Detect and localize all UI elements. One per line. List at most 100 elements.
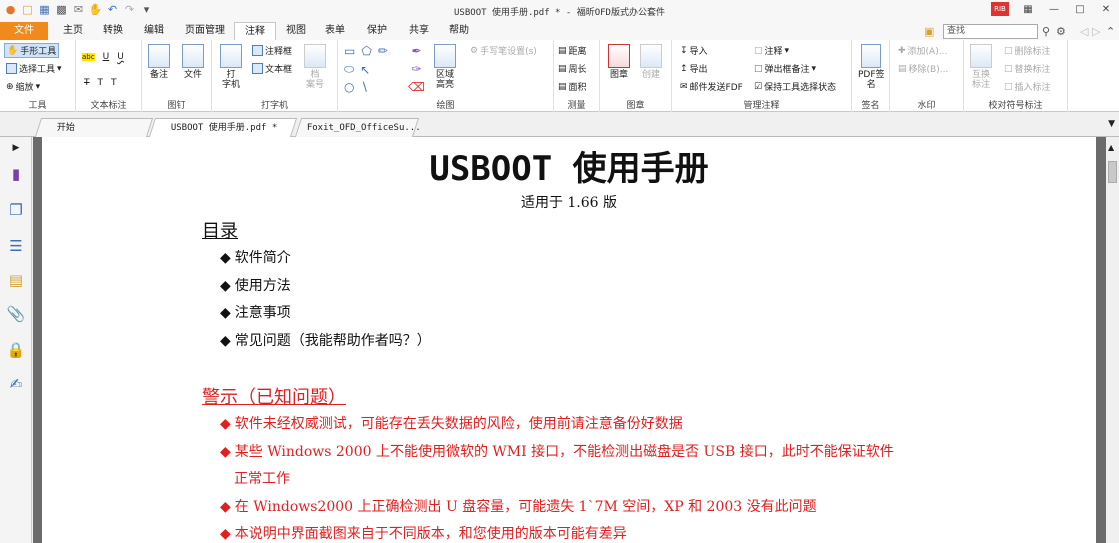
keep-tool-checkbox[interactable]: ☑ 保持工具选择状态 [754,80,836,94]
area-button[interactable]: ▤ 面积 [558,80,587,94]
group-label: 绘图 [436,101,455,111]
title-bar: ● □ ▦ ▩ ✉ ✋ ↶ ↷ ▾ USBOOT 使用手册.pdf * - 福昕… [0,0,1119,22]
highlight-icon[interactable]: abc [82,53,95,61]
lock-icon[interactable]: 🔒 [7,341,26,359]
signature-panel-icon[interactable]: ✍ [7,375,25,393]
insert-mark-button[interactable]: □ 插入标注 [1004,80,1051,94]
pdf-sign-button[interactable]: PDF签 名 [858,44,885,90]
search-go-icon[interactable]: ⚲ [1042,25,1050,38]
replace-text-icon[interactable]: T [98,78,104,88]
insert-text-icon[interactable]: T [111,78,117,88]
search-input[interactable]: 查找 [943,24,1038,39]
brush-icon[interactable]: ✑ [411,62,421,76]
warning-item-continuation: 正常工作 [234,471,290,487]
menu-page-manage[interactable]: 页面管理 [178,22,232,40]
pen-settings-button[interactable]: ⚙ 手写笔设置(s) [470,44,537,58]
scrollbar-thumb[interactable] [1108,161,1117,183]
find-icon[interactable]: ▣ [924,25,934,38]
distance-button[interactable]: ▤ 距离 [558,44,587,58]
textbox-button[interactable]: 文本框 [252,62,292,75]
minimize-icon[interactable]: — [1047,2,1061,16]
settings-icon[interactable]: ⚙ [1056,25,1066,38]
tab-foxit-ofd[interactable]: Foxit_OFD_OfficeSu... [294,118,421,137]
menu-file[interactable]: 文件 [0,22,48,40]
menu-form[interactable]: 表单 [318,22,352,40]
squiggly-icon[interactable]: U [117,52,124,62]
comments-button[interactable]: □ 注释 ▾ [754,44,789,58]
layout-icon[interactable]: ▦ [1021,2,1035,16]
menu-help[interactable]: 帮助 [442,22,476,40]
tab-usboot[interactable]: USBOOT 使用手册.pdf *✕ [148,118,298,151]
underline-icon[interactable]: U [103,52,110,62]
tab-start[interactable]: 开始 [34,118,154,137]
add-watermark-button[interactable]: ✚ 添加(A)... [898,44,947,58]
toc-item[interactable]: ◆ 使用方法 [220,275,291,295]
restore-icon[interactable]: □ [1073,2,1087,16]
comments-panel-icon[interactable]: ▤ [7,271,25,289]
area-highlight-icon [434,44,456,68]
rectangle-icon[interactable]: ▭ [344,44,355,58]
page-gutter-right [1096,137,1106,543]
group-sign: PDF签 名 签名 [852,40,890,112]
close-icon[interactable]: ✕ [1099,2,1113,16]
menu-convert[interactable]: 转换 [96,22,130,40]
menu-edit[interactable]: 编辑 [137,22,171,40]
replace-mark-button[interactable]: □ 替换标注 [1004,62,1051,76]
pages-icon[interactable]: ❐ [7,201,25,219]
oval-icon[interactable]: ⬭ [344,62,354,77]
bookmark-icon[interactable]: ▮ [7,165,25,183]
note-button[interactable]: 备注 [148,44,170,80]
menu-comment[interactable]: 注释 [234,22,276,41]
pen-icon[interactable]: ✒ [411,44,421,58]
scroll-up-icon[interactable]: ▲ [1108,143,1114,152]
hand-icon: ✋ [7,45,19,56]
layers-icon[interactable]: ☰ [7,237,25,255]
delete-mark-button[interactable]: □ 删除标注 [1004,44,1051,58]
file-attach-button[interactable]: 文件 [182,44,204,80]
ribbon-badge-icon[interactable]: RIB [991,2,1009,16]
pencil-icon[interactable]: ✏ [378,44,388,58]
import-button[interactable]: ↧ 导入 [680,44,708,58]
select-tool-button[interactable]: 选择工具 ▾ [6,62,62,75]
area-highlight-button[interactable]: 区域 高亮 [434,44,456,90]
export-button[interactable]: ↥ 导出 [680,62,708,76]
select-icon [6,63,17,74]
callout-button[interactable]: 注释框 [252,44,292,57]
perimeter-button[interactable]: ▤ 周长 [558,62,587,76]
next-icon[interactable]: ▷ [1092,25,1100,38]
group-manage: ↧ 导入 ↥ 导出 ✉ 邮件发送FDF □ 注释 ▾ □ 弹出框备注 ▾ ☑ 保持工具选择状态 … [672,40,852,112]
hand-tool-button[interactable]: ✋ 手形工具 [4,43,60,58]
toc-item[interactable]: ◆ 注意事项 [220,302,291,322]
menu-view[interactable]: 视图 [280,22,312,40]
circle-icon[interactable]: ○ [344,80,354,94]
toc-item[interactable]: ◆ 常见问题（我能帮助作者吗？） [220,330,431,350]
stamp-number-button[interactable]: 档 案号 [304,44,326,90]
line-icon[interactable]: ∖ [360,80,368,94]
toc-item[interactable]: ◆ 软件简介 [220,247,291,267]
swap-mark-button[interactable]: 互换 标注 [970,44,992,90]
menu-share[interactable]: 共享 [402,22,436,40]
diamond-bullet-icon: ◆ [220,526,231,542]
zoom-button[interactable]: ⊕ 缩放 ▾ [6,80,40,94]
strikeout-icon[interactable]: T [84,78,90,88]
vertical-scrollbar[interactable]: ▲ [1106,137,1119,543]
group-label: 工具 [28,101,47,111]
arrow-icon[interactable]: ↖ [360,63,370,77]
menu-protect[interactable]: 保护 [360,22,394,40]
stamp-button[interactable]: 图章 [608,44,630,80]
tab-menu-icon[interactable]: ▼ [1108,119,1115,129]
typewriter-button[interactable]: 打 字机 [220,44,242,90]
prev-icon[interactable]: ◁ [1080,25,1088,38]
create-stamp-button[interactable]: 创建 [640,44,662,80]
menu-home[interactable]: 主页 [56,22,90,40]
polygon-icon[interactable]: ⬠ [361,44,371,58]
eraser-icon[interactable]: ⌫ [408,80,425,94]
popup-note-button[interactable]: □ 弹出框备注 ▾ [754,62,816,76]
email-fdf-button[interactable]: ✉ 邮件发送FDF [680,80,743,94]
remove-watermark-button[interactable]: ▤ 移除(B)... [898,62,948,76]
file-icon [182,44,204,68]
attachment-icon[interactable]: 📎 [7,305,26,323]
expand-panel-icon[interactable]: ▶ [7,139,25,157]
collapse-ribbon-icon[interactable]: ⌃ [1106,25,1115,38]
diamond-bullet-icon: ◆ [220,305,231,321]
